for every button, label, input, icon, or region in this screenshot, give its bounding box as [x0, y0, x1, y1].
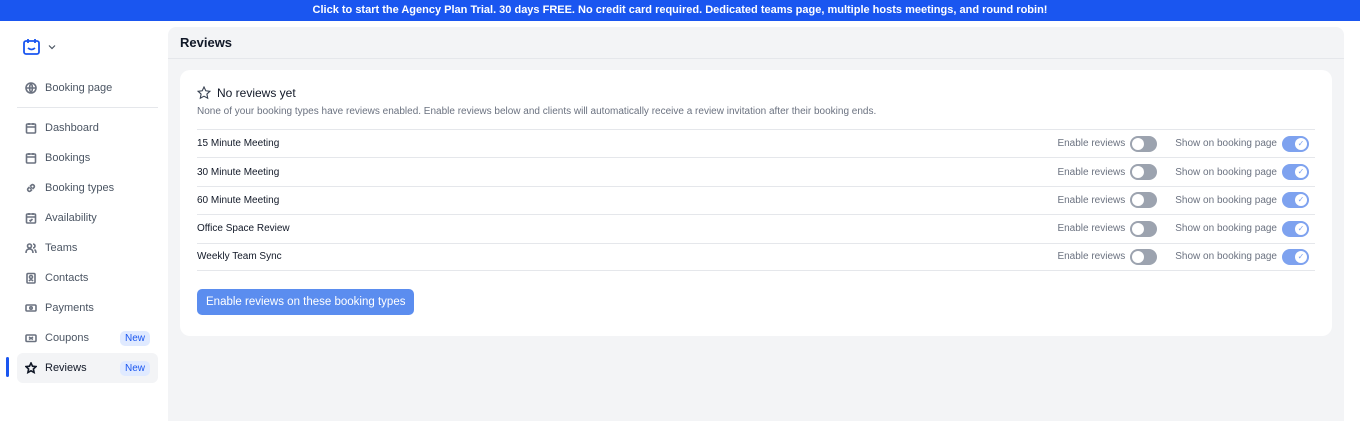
- enable-reviews-toggle[interactable]: [1130, 164, 1158, 181]
- main-content: Reviews No reviews yet None of your book…: [168, 27, 1344, 421]
- booking-type-row: 15 Minute Meeting Enable reviews Show on b…: [197, 129, 1315, 157]
- star-icon: [197, 86, 211, 100]
- enable-reviews-label: Enable reviews: [1057, 138, 1126, 150]
- booking-type-name: Weekly Team Sync: [197, 251, 282, 263]
- cash-icon: [25, 304, 37, 312]
- sidebar-item-label: Dashboard: [45, 122, 99, 134]
- enable-reviews-toggle[interactable]: [1130, 220, 1158, 237]
- enable-reviews-label: Enable reviews: [1057, 251, 1126, 263]
- show-on-booking-page-toggle[interactable]: ✓: [1282, 192, 1309, 209]
- booking-type-name: Office Space Review: [197, 223, 290, 235]
- show-on-booking-page-toggle[interactable]: ✓: [1282, 248, 1309, 265]
- show-on-booking-page-toggle[interactable]: ✓: [1282, 135, 1309, 152]
- workspace-switcher[interactable]: [17, 21, 158, 73]
- sidebar-item-label: Contacts: [45, 272, 89, 284]
- empty-description: None of your booking types have reviews …: [197, 106, 877, 117]
- calendar-check-icon: [25, 213, 37, 224]
- sidebar-item-availability[interactable]: Availability: [17, 203, 158, 233]
- ticket-icon: [25, 334, 37, 343]
- star-icon: [25, 362, 37, 374]
- sidebar-item-label: Booking types: [45, 182, 115, 194]
- link-icon: [26, 183, 36, 193]
- new-badge: New: [119, 330, 150, 346]
- sidebar-item-label: Booking page: [45, 82, 113, 94]
- calendar-icon: [25, 153, 37, 164]
- sidebar-item-coupons[interactable]: Coupons New: [17, 323, 158, 353]
- booking-type-row: Office Space Review Enable reviews Show on…: [197, 214, 1315, 242]
- check-icon: ✓: [1295, 222, 1307, 235]
- sidebar-item-teams[interactable]: Teams: [17, 233, 158, 263]
- enable-reviews-label: Enable reviews: [1057, 166, 1126, 178]
- enable-reviews-toggle[interactable]: [1130, 135, 1158, 152]
- check-icon: ✓: [1295, 166, 1307, 179]
- sidebar-item-bookings[interactable]: Bookings: [17, 143, 158, 173]
- booking-type-row: 60 Minute Meeting Enable reviews Show on b…: [197, 185, 1315, 214]
- divider: [17, 107, 158, 108]
- sidebar: Booking page Dashboard Bookings Booking ty…: [0, 21, 168, 421]
- chevron-down-icon: [48, 45, 56, 50]
- sidebar-item-label: Availability: [45, 212, 97, 224]
- sidebar-item-label: Coupons: [45, 332, 90, 344]
- sidebar-item-label: Reviews: [45, 362, 87, 374]
- new-badge: New: [119, 360, 150, 376]
- calendar-icon: [25, 123, 37, 134]
- reviews-card: No reviews yet None of your booking type…: [180, 70, 1332, 336]
- booking-type-name: 15 Minute Meeting: [197, 138, 280, 150]
- enable-reviews-label: Enable reviews: [1057, 223, 1126, 235]
- sidebar-item-label: Payments: [45, 302, 94, 314]
- sidebar-item-booking-page[interactable]: Booking page: [17, 73, 158, 103]
- booking-type-row: 30 Minute Meeting Enable reviews Show on b…: [197, 157, 1315, 185]
- page-title: Reviews: [168, 27, 1344, 59]
- show-on-booking-page-toggle[interactable]: ✓: [1282, 220, 1309, 237]
- agency-trial-banner[interactable]: Click to start the Agency Plan Trial. 30…: [0, 0, 1360, 21]
- booking-type-row: Weekly Team Sync Enable reviews Show on bo…: [197, 242, 1315, 271]
- sidebar-item-payments[interactable]: Payments: [17, 293, 158, 323]
- check-icon: ✓: [1295, 137, 1307, 150]
- booking-type-name: 30 Minute Meeting: [197, 166, 280, 178]
- sidebar-item-contacts[interactable]: Contacts: [17, 263, 158, 293]
- show-on-booking-page-label: Show on booking page: [1175, 166, 1277, 178]
- users-icon: [25, 243, 37, 254]
- show-on-booking-page-toggle[interactable]: ✓: [1282, 164, 1309, 181]
- enable-reviews-toggle[interactable]: [1130, 192, 1158, 209]
- booking-type-name: 60 Minute Meeting: [197, 194, 280, 206]
- sidebar-item-reviews[interactable]: Reviews New: [6, 353, 158, 383]
- check-icon: ✓: [1295, 194, 1307, 207]
- globe-icon: [25, 82, 37, 94]
- sidebar-item-dashboard[interactable]: Dashboard: [17, 113, 158, 143]
- show-on-booking-page-label: Show on booking page: [1175, 138, 1277, 150]
- check-icon: ✓: [1295, 250, 1307, 263]
- empty-title: No reviews yet: [217, 86, 296, 100]
- contact-icon: [26, 272, 36, 284]
- show-on-booking-page-label: Show on booking page: [1175, 223, 1277, 235]
- sidebar-item-label: Teams: [45, 242, 78, 254]
- enable-reviews-label: Enable reviews: [1057, 194, 1126, 206]
- show-on-booking-page-label: Show on booking page: [1175, 251, 1277, 263]
- sidebar-item-booking-types[interactable]: Booking types: [17, 173, 158, 203]
- logo-icon: [23, 39, 40, 55]
- enable-reviews-button[interactable]: Enable reviews on these booking types: [197, 288, 415, 315]
- sidebar-item-label: Bookings: [45, 152, 91, 164]
- enable-reviews-toggle[interactable]: [1130, 248, 1158, 265]
- show-on-booking-page-label: Show on booking page: [1175, 194, 1277, 206]
